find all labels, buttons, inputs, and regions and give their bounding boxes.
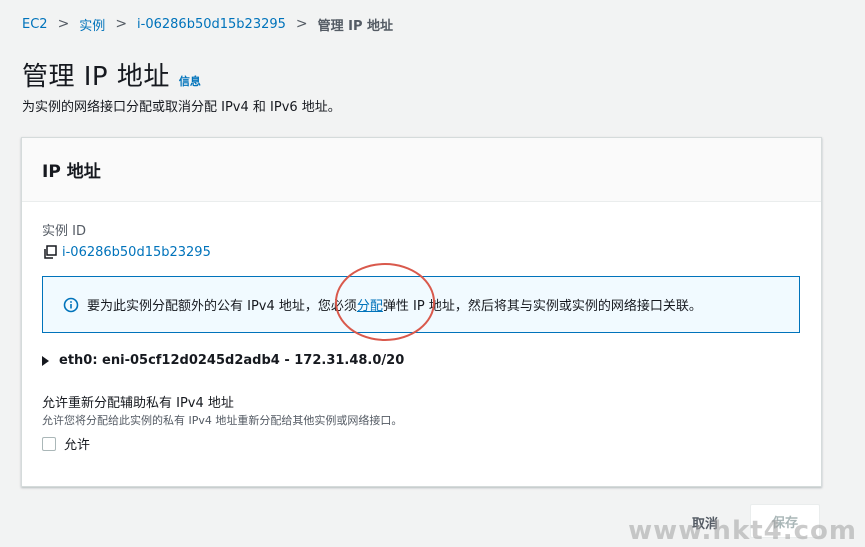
- alert-text-before: 要为此实例分配额外的公有 IPv4 地址，您必须: [87, 299, 357, 314]
- copy-icon[interactable]: [42, 244, 58, 260]
- reassign-title: 允许重新分配辅助私有 IPv4 地址: [42, 396, 234, 411]
- eth0-expander[interactable]: eth0: eni-05cf12d0245d2adb4 - 172.31.48.…: [42, 353, 404, 368]
- breadcrumb-separator: >: [295, 16, 308, 32]
- caret-right-icon: [42, 355, 49, 366]
- page-title: 管理 IP 地址: [22, 62, 170, 92]
- info-alert: 要为此实例分配额外的公有 IPv4 地址，您必须 分配 弹性 IP 地址，然后将其与…: [42, 276, 800, 333]
- breadcrumb-instance-id[interactable]: i-06286b50d15b23295: [137, 17, 286, 32]
- allow-checkbox-label[interactable]: 允许: [64, 434, 90, 453]
- reassign-description: 允许您将分配给此实例的私有 IPv4 地址重新分配给其他实例或网络接口。: [42, 414, 403, 427]
- instance-id-link[interactable]: i-06286b50d15b23295: [62, 245, 211, 260]
- alert-text-after: 弹性 IP 地址，然后将其与实例或实例的网络接口关联。: [382, 299, 702, 314]
- instance-id-label: 实例 ID: [42, 224, 86, 239]
- eth0-label: eth0: eni-05cf12d0245d2adb4 - 172.31.48.…: [59, 353, 405, 368]
- info-link[interactable]: 信息: [179, 73, 201, 89]
- allow-checkbox[interactable]: [42, 436, 56, 451]
- ip-address-panel: IP 地址 实例 ID i-06286b50d15b23295 要为此实例分配额…: [21, 137, 822, 487]
- allocate-link[interactable]: 分配: [357, 295, 383, 314]
- page-description: 为实例的网络接口分配或取消分配 IPv4 和 IPv6 地址。: [22, 100, 341, 115]
- breadcrumb-separator: >: [57, 16, 70, 32]
- breadcrumb-instances[interactable]: 实例: [79, 15, 105, 34]
- panel-header: IP 地址: [22, 138, 821, 202]
- breadcrumb-current: 管理 IP 地址: [317, 18, 394, 34]
- title-row: 管理 IP 地址 信息: [22, 56, 201, 93]
- save-button[interactable]: 保存: [750, 504, 820, 538]
- breadcrumb: EC2 > 实例 > i-06286b50d15b23295 > 管理 IP 地…: [22, 14, 393, 34]
- breadcrumb-ec2[interactable]: EC2: [22, 17, 48, 32]
- allow-checkbox-row: 允许: [42, 434, 90, 453]
- cancel-button[interactable]: 取消: [680, 510, 730, 534]
- watermark: www.hkt4.com: [628, 516, 857, 546]
- panel-title: IP 地址: [42, 162, 101, 182]
- breadcrumb-separator: >: [115, 16, 128, 32]
- info-circle-icon: [63, 297, 79, 312]
- instance-id-row: i-06286b50d15b23295: [42, 244, 211, 260]
